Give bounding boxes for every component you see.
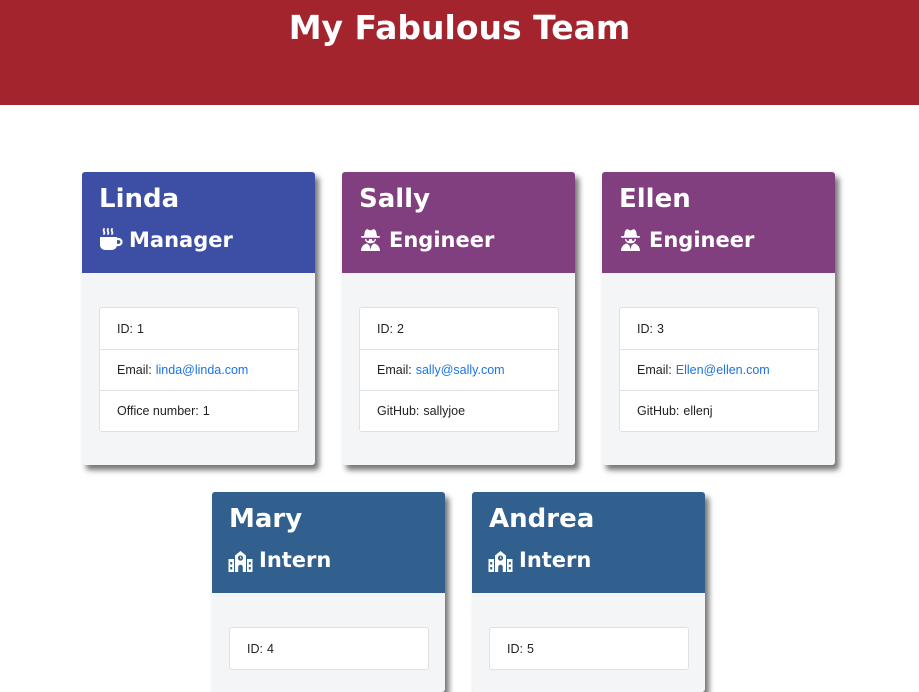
id-label: ID:: [507, 641, 523, 656]
email-label: Email:: [377, 363, 412, 377]
email-link[interactable]: linda@linda.com: [156, 363, 249, 377]
employee-role: Intern: [228, 547, 331, 573]
role-label: Intern: [259, 548, 332, 572]
email-row: Email: sally@sally.com: [360, 349, 558, 390]
email-label: Email:: [637, 363, 672, 377]
employee-role: Intern: [488, 547, 591, 573]
github-value: sallyjoe: [423, 404, 466, 418]
user-secret-icon: [618, 228, 643, 252]
id-label: ID:: [247, 641, 263, 656]
coffee-mug-icon: [98, 228, 123, 252]
id-value: 3: [656, 321, 664, 336]
id-value: 1: [136, 321, 144, 336]
user-secret-icon: [358, 228, 383, 252]
card-header: Linda Manager: [82, 172, 315, 273]
github-row: GitHub: ellenj: [620, 390, 818, 431]
role-label: Manager: [129, 228, 233, 252]
employee-name: Linda: [99, 184, 180, 214]
id-row: ID: 5: [490, 628, 688, 669]
github-label: GitHub:: [637, 404, 680, 418]
page-title: My Fabulous Team: [288, 8, 631, 47]
github-value: ellenj: [683, 404, 713, 418]
info-list: ID: 4: [229, 627, 429, 670]
employee-role: Engineer: [618, 227, 754, 253]
card-header: Andrea Intern: [472, 492, 705, 593]
employee-card-andrea: Andrea Intern ID: 5: [472, 492, 705, 692]
employee-card-mary: Mary Intern ID: 4: [212, 492, 445, 692]
role-label: Intern: [519, 548, 592, 572]
id-label: ID:: [117, 321, 133, 336]
employee-role: Engineer: [358, 227, 494, 253]
employee-name: Ellen: [619, 184, 691, 214]
info-list: ID: 5: [489, 627, 689, 670]
id-value: 2: [396, 321, 404, 336]
email-row: Email: Ellen@ellen.com: [620, 349, 818, 390]
school-icon: [228, 548, 253, 572]
email-link[interactable]: Ellen@ellen.com: [676, 363, 770, 377]
email-link[interactable]: sally@sally.com: [416, 363, 505, 377]
id-value: 5: [526, 641, 534, 656]
employee-name: Mary: [229, 504, 303, 534]
card-header: Sally Engineer: [342, 172, 575, 273]
id-row: ID: 3: [620, 308, 818, 349]
role-label: Engineer: [389, 228, 495, 252]
school-icon: [488, 548, 513, 572]
page-header: My Fabulous Team: [0, 0, 919, 105]
info-list: ID: 1 Email: linda@linda.com Office number…: [99, 307, 299, 432]
info-list: ID: 3 Email: Ellen@ellen.com GitHub: ellenj: [619, 307, 819, 432]
id-row: ID: 4: [230, 628, 428, 669]
id-label: ID:: [637, 321, 653, 336]
office-number-row: Office number: 1: [100, 390, 298, 431]
github-row: GitHub: sallyjoe: [360, 390, 558, 431]
employee-card-ellen: Ellen Engineer ID: 3 Email: Ellen@ellen.co…: [602, 172, 835, 465]
card-header: Mary Intern: [212, 492, 445, 593]
employee-card-linda: Linda Manager ID: 1 Email: linda@linda.com…: [82, 172, 315, 465]
email-row: Email: linda@linda.com: [100, 349, 298, 390]
email-label: Email:: [117, 363, 152, 377]
id-row: ID: 2: [360, 308, 558, 349]
employee-name: Sally: [359, 184, 431, 214]
office-number-value: 1: [202, 404, 210, 418]
id-value: 4: [266, 641, 274, 656]
id-label: ID:: [377, 321, 393, 336]
id-row: ID: 1: [100, 308, 298, 349]
info-list: ID: 2 Email: sally@sally.com GitHub: sallyj…: [359, 307, 559, 432]
role-label: Engineer: [649, 228, 755, 252]
employee-role: Manager: [98, 227, 233, 253]
office-number-label: Office number:: [117, 404, 199, 418]
github-label: GitHub:: [377, 404, 420, 418]
card-header: Ellen Engineer: [602, 172, 835, 273]
employee-card-sally: Sally Engineer ID: 2 Email: sally@sally.co…: [342, 172, 575, 465]
employee-name: Andrea: [489, 504, 595, 534]
